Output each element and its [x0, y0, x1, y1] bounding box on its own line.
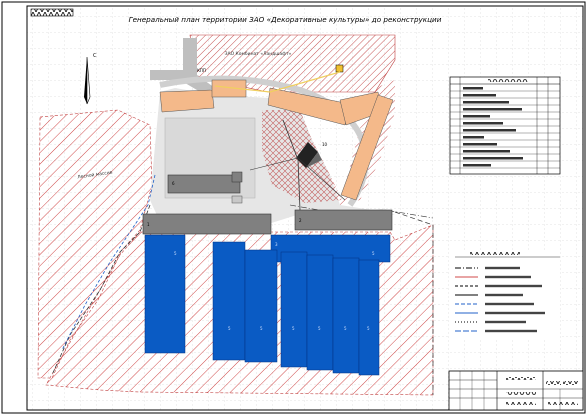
- explication-row-text: [463, 150, 510, 153]
- north-arrow-label: С: [93, 53, 97, 59]
- building-6: [167, 174, 241, 194]
- building-1: [142, 213, 272, 235]
- legend-text: [485, 275, 531, 279]
- site-plan-drawing: Генеральный план территории ЗАО «Декорат…: [1, 1, 586, 414]
- marker-yellow: [335, 64, 344, 73]
- explication-row-text: [463, 122, 503, 125]
- building-kpp-label: КПП: [197, 68, 206, 73]
- explication-row-text: [463, 87, 483, 90]
- legend-text: [485, 293, 523, 297]
- sheet-title: Генеральный план территории ЗАО «Декорат…: [129, 15, 442, 24]
- legend-text: [485, 329, 537, 333]
- title-block: [448, 370, 584, 411]
- neighbor-company-label: ЗАО Комбинат «Ландшафт»: [225, 51, 292, 57]
- explication-row-text: [463, 164, 491, 167]
- building-6-annex: [231, 171, 243, 183]
- explication-row-text: [463, 136, 484, 139]
- greenhouse: [306, 254, 334, 371]
- legend-text: [485, 311, 545, 315]
- greenhouse: [358, 259, 380, 376]
- building-2: [294, 209, 393, 231]
- transformer-label: 10: [322, 142, 328, 147]
- explication-row-text: [463, 115, 490, 118]
- explication-row-text: [463, 94, 496, 97]
- greenhouse: [280, 251, 308, 368]
- building-kpp: [159, 89, 215, 113]
- explication-row-text: [463, 157, 523, 160]
- greenhouse: [332, 257, 360, 374]
- greenhouse: [212, 241, 246, 361]
- explication-row-text: [463, 143, 497, 146]
- top-stamp: [30, 8, 74, 17]
- explication-row-text: [463, 129, 516, 132]
- legend-text: [485, 302, 534, 306]
- greenhouse: [144, 234, 186, 354]
- legend-text: [485, 320, 526, 324]
- explication-row-text: [463, 101, 509, 104]
- legend-text: [485, 266, 520, 270]
- explication-row-text: [463, 108, 522, 111]
- legend-text: [485, 284, 542, 288]
- greenhouse: [244, 249, 278, 363]
- small-shed: [231, 195, 243, 204]
